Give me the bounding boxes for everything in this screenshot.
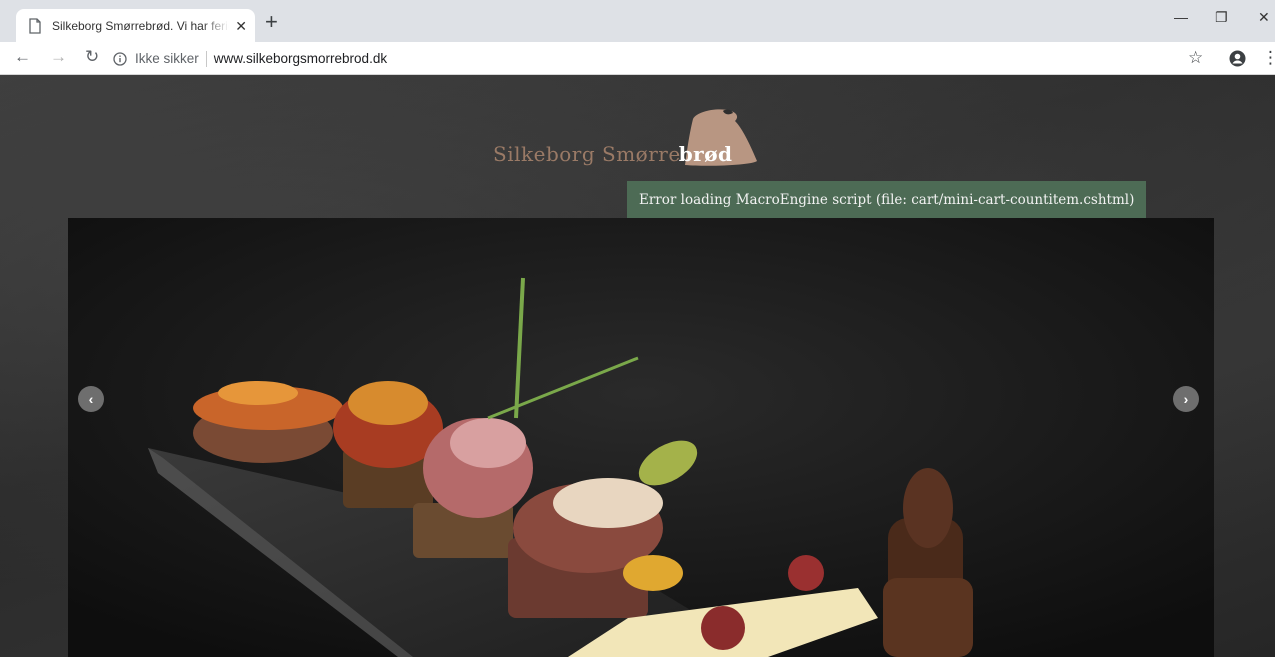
- browser-tab[interactable]: Silkeborg Smørrebrød. Vi har ferie ✕: [16, 9, 255, 42]
- page-icon: [29, 17, 41, 34]
- close-window-button[interactable]: ✕: [1258, 9, 1270, 26]
- omnibox[interactable]: Ikke sikker www.silkeborgsmorrebrod.dk: [113, 47, 1183, 70]
- menu-icon[interactable]: ⋮: [1262, 49, 1275, 66]
- tab-title: Silkeborg Smørrebrød. Vi har ferie: [52, 18, 230, 33]
- back-button[interactable]: ←: [14, 48, 31, 65]
- new-tab-button[interactable]: +: [265, 11, 278, 33]
- image-slider: [68, 218, 1214, 657]
- logo-text-brod: brød: [678, 142, 733, 166]
- omnibox-divider: [205, 50, 207, 67]
- slider-prev-button[interactable]: ‹: [78, 386, 104, 412]
- tab-close-icon[interactable]: ✕: [235, 19, 247, 33]
- account-icon[interactable]: [1229, 50, 1246, 67]
- restore-button[interactable]: ❐: [1215, 9, 1228, 26]
- url-text[interactable]: www.silkeborgsmorrebrod.dk: [214, 51, 387, 66]
- minimize-button[interactable]: —: [1174, 9, 1188, 25]
- site-logo[interactable]: Silkeborg Smørre brød: [493, 107, 759, 167]
- slider-next-button[interactable]: ›: [1173, 386, 1199, 412]
- address-bar: ← → ↻ Ikke sikker www.silkeborgsmorrebro…: [0, 42, 1275, 75]
- info-icon[interactable]: [113, 51, 127, 66]
- security-label[interactable]: Ikke sikker: [135, 51, 199, 66]
- page-background: Silkeborg Smørre brød Error loading Macr…: [0, 75, 1275, 657]
- food-photo: [68, 218, 1214, 657]
- forward-button[interactable]: →: [50, 48, 67, 65]
- error-message: Error loading MacroEngine script (file: …: [627, 181, 1147, 218]
- tab-strip: Silkeborg Smørrebrød. Vi har ferie ✕ + —…: [0, 0, 1275, 42]
- logo-text-silkeborg: Silkeborg Smørre: [493, 142, 681, 166]
- reload-button[interactable]: ↻: [85, 48, 99, 65]
- star-icon[interactable]: ☆: [1188, 49, 1203, 66]
- bread-icon: brød: [679, 107, 759, 167]
